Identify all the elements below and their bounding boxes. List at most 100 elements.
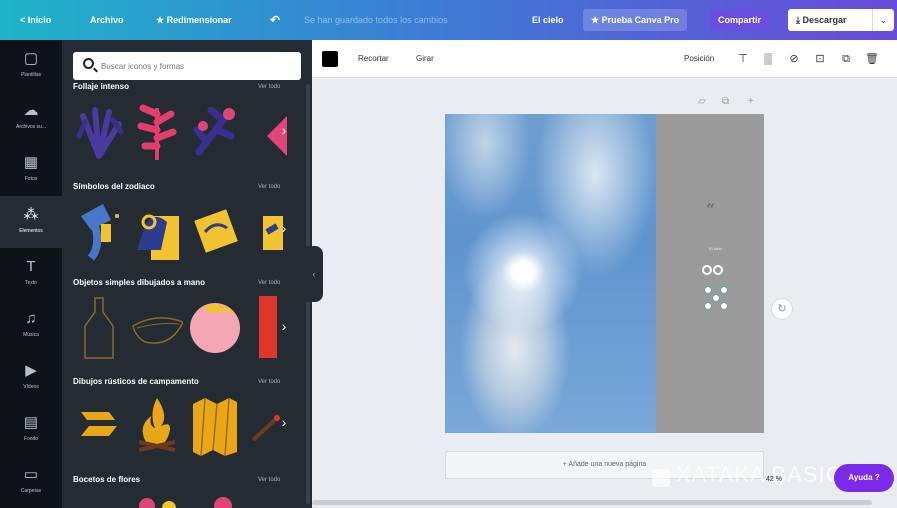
context-toolbar: Recortar Girar Posición ⊤ ▒ ⊘ ⊡ ⧉ 🗑 <box>312 40 897 78</box>
design-page[interactable]: “ El cielo <box>445 114 764 433</box>
rotate-icon[interactable]: ↻ <box>771 298 793 320</box>
element-thumbnail[interactable] <box>189 96 241 166</box>
left-sidebar: ▢ Plantillas ☁ Archivos su... ▦ Fotos ⁂ … <box>0 40 62 508</box>
zoom-level[interactable]: 42 % <box>766 476 782 483</box>
grey-panel[interactable]: “ El cielo <box>656 114 764 433</box>
sidebar-item-label: Música <box>23 332 39 338</box>
sidebar-item-videos[interactable]: ▶ Vídeos <box>0 352 62 404</box>
see-all-link[interactable]: Ver todo <box>258 477 280 483</box>
sidebar-item-label: Fotos <box>24 176 38 182</box>
sky-photo[interactable] <box>445 114 656 433</box>
sidebar-item-label: Vídeos <box>23 384 39 390</box>
top-bar: < Inicio Archivo ★ Redimensionar ↶ Se ha… <box>0 0 897 40</box>
crop-button[interactable]: Recortar <box>358 40 389 78</box>
elements-icon: ⁂ <box>23 206 39 223</box>
watermark: XATAKA BASICS <box>676 462 859 487</box>
download-options-chevron-icon[interactable]: ⌄ <box>872 9 894 31</box>
horizontal-scrollbar[interactable] <box>312 500 872 505</box>
element-thumbnail[interactable] <box>133 492 185 508</box>
element-row <box>73 492 293 508</box>
element-thumbnail[interactable] <box>131 96 183 166</box>
element-row <box>73 96 293 166</box>
chevron-right-icon[interactable]: › <box>274 120 294 140</box>
position-button[interactable]: Posición <box>684 40 714 78</box>
sidebar-item-uploads[interactable]: ☁ Archivos su... <box>0 92 62 144</box>
sidebar-item-elements[interactable]: ⁂ Elementos <box>0 196 62 248</box>
sidebar-item-label: Fondo <box>23 436 39 442</box>
folder-icon: ▭ <box>23 466 39 483</box>
try-pro-button[interactable]: ★ Prueba Canva Pro <box>583 9 688 31</box>
background-icon: ▤ <box>23 414 39 431</box>
lock-icon[interactable]: ⊡ <box>812 51 828 67</box>
section-title: Símbolos del zodiaco <box>73 182 155 191</box>
see-all-link[interactable]: Ver todo <box>258 379 280 385</box>
section-title: Follaje intenso <box>73 82 130 91</box>
collapse-panel-chevron-icon[interactable]: ‹ <box>305 246 323 302</box>
sidebar-item-background[interactable]: ▤ Fondo <box>0 404 62 456</box>
elements-panel: Follaje intenso Ver todo › Símbolos del … <box>62 40 312 508</box>
link-icon[interactable]: ⊘ <box>786 51 802 67</box>
sidebar-item-label: Plantillas <box>20 72 41 78</box>
templates-icon: ▢ <box>23 50 39 67</box>
element-thumbnail[interactable] <box>131 292 185 362</box>
trash-icon[interactable]: 🗑 <box>864 51 880 67</box>
sidebar-item-templates[interactable]: ▢ Plantillas <box>0 40 62 92</box>
video-icon: ▶ <box>25 362 37 379</box>
sidebar-item-text[interactable]: T Texto <box>0 248 62 300</box>
help-button[interactable]: Ayuda ? <box>834 464 894 492</box>
element-thumbnail[interactable] <box>131 390 183 460</box>
chevron-right-icon[interactable]: › <box>274 316 294 336</box>
watermark-logo <box>652 469 670 487</box>
resize-button[interactable]: ★ Redimensionar <box>156 0 232 40</box>
undo-icon[interactable]: ↶ <box>270 0 280 40</box>
see-all-link[interactable]: Ver todo <box>258 184 280 190</box>
save-status: Se han guardado todos los cambios <box>304 15 448 25</box>
flip-button[interactable]: Girar <box>416 40 434 78</box>
copy-page-icon[interactable]: ⧉ <box>722 96 729 107</box>
download-button[interactable]: ⤓ Descargar <box>788 9 884 31</box>
color-swatch[interactable] <box>322 51 338 67</box>
element-thumbnail[interactable] <box>73 390 125 460</box>
search-input[interactable] <box>101 58 291 74</box>
element-thumbnail[interactable] <box>203 492 255 508</box>
see-all-link[interactable]: Ver todo <box>258 280 280 286</box>
sidebar-item-label: Elementos <box>19 228 43 234</box>
sidebar-item-music[interactable]: ♫ Música <box>0 300 62 352</box>
element-thumbnail[interactable] <box>73 292 125 362</box>
sidebar-item-folders[interactable]: ▭ Carpetas <box>0 456 62 508</box>
document-title[interactable]: El cielo <box>532 0 564 40</box>
chevron-right-icon[interactable]: › <box>274 218 294 238</box>
text-icon: T <box>26 258 36 275</box>
transparency-icon[interactable]: ▒ <box>760 51 776 67</box>
share-button[interactable]: Compartir <box>710 9 770 31</box>
search-box[interactable] <box>73 52 301 80</box>
element-thumbnail[interactable] <box>73 96 125 166</box>
chevron-right-icon[interactable]: › <box>274 412 294 432</box>
duplicate-icon[interactable]: ⧉ <box>838 51 854 67</box>
element-row <box>73 292 293 362</box>
sidebar-item-photos[interactable]: ▦ Fotos <box>0 144 62 196</box>
page-small-text[interactable]: El cielo <box>709 246 722 251</box>
see-all-link[interactable]: Ver todo <box>258 84 280 90</box>
selected-element-icon[interactable] <box>704 286 730 312</box>
logo-icon[interactable] <box>702 262 728 276</box>
element-thumbnail[interactable] <box>189 390 241 460</box>
element-thumbnail[interactable] <box>73 196 125 266</box>
element-row <box>73 196 293 266</box>
element-thumbnail[interactable] <box>189 196 241 266</box>
file-menu[interactable]: Archivo <box>90 0 124 40</box>
section-title: Dibujos rústicos de campamento <box>73 377 199 386</box>
element-row <box>73 390 293 460</box>
sidebar-item-label: Carpetas <box>20 488 42 494</box>
element-thumbnail[interactable] <box>131 196 183 266</box>
note-icon[interactable]: ▱ <box>698 96 706 107</box>
paint-roller-icon[interactable]: ⊤ <box>735 51 751 67</box>
quote-icon[interactable]: “ <box>706 200 715 219</box>
home-button[interactable]: < Inicio <box>20 0 51 40</box>
music-icon: ♫ <box>25 310 37 327</box>
section-title: Bocetos de flores <box>73 475 141 484</box>
add-page-icon[interactable]: + <box>748 96 754 107</box>
photos-icon: ▦ <box>23 154 39 171</box>
sidebar-item-label: Texto <box>25 280 37 286</box>
element-thumbnail[interactable] <box>189 292 241 362</box>
